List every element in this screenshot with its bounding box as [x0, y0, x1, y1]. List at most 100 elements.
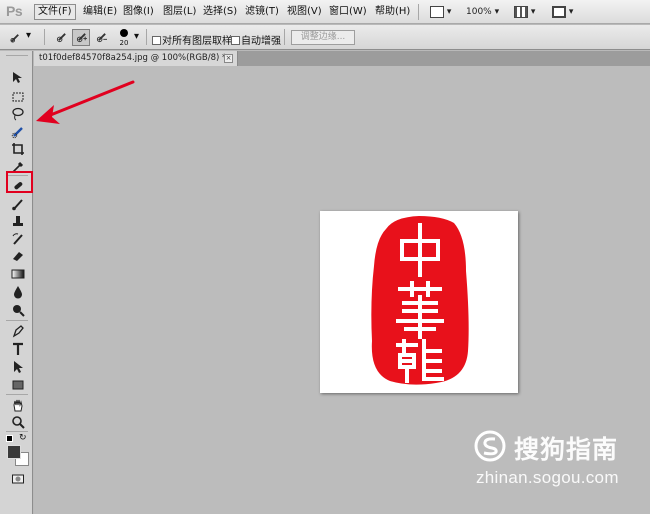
sample-all-layers-checkbox[interactable]: 对所有图层取样 [152, 32, 232, 47]
add-to-selection-icon [76, 33, 87, 43]
menu-filter[interactable]: 滤镜(T) [242, 4, 282, 20]
document-tab[interactable]: t01f0def84570f8a254.jpg @ 100%(RGB/8) * … [34, 51, 238, 66]
blur-icon [14, 286, 22, 299]
brush-tool[interactable] [9, 196, 27, 212]
arrange-documents-icon [514, 5, 528, 18]
brush-tip-icon [120, 29, 128, 37]
subtract-from-selection-button[interactable] [92, 29, 110, 46]
auto-enhance-checkbox[interactable]: 自动增强 [231, 32, 281, 47]
checkbox-box[interactable] [231, 36, 240, 45]
watermark-url: zhinan.sogou.com [476, 468, 619, 487]
shape-tool[interactable] [9, 377, 27, 393]
lasso-tool[interactable] [9, 106, 27, 122]
move-icon [13, 72, 22, 83]
document-image[interactable] [320, 211, 518, 393]
path-selection-icon [14, 361, 23, 373]
blur-tool[interactable] [9, 284, 27, 300]
options-bar: ▾ 20 ▾ 对所有图层取样 自动增强 调整边缘... [0, 25, 650, 50]
gradient-icon [11, 269, 25, 279]
options-separator [146, 29, 147, 45]
quick-mask-button[interactable] [9, 471, 27, 487]
brush-icon [12, 199, 23, 211]
toolbox-separator [6, 431, 28, 432]
document-title: t01f0def84570f8a254.jpg @ 100%(RGB/8) * [39, 53, 227, 63]
refine-edge-button[interactable]: 调整边缘... [291, 30, 355, 45]
crop-icon [12, 143, 24, 155]
menu-file[interactable]: 文件(F) [34, 4, 76, 20]
menu-window[interactable]: 窗口(W) [326, 4, 370, 20]
watermark-brand: 搜狗指南 [514, 435, 619, 464]
document-tab-bar: t01f0def84570f8a254.jpg @ 100%(RGB/8) * … [34, 51, 650, 66]
dodge-tool[interactable] [9, 302, 27, 318]
toolbox-grip [6, 55, 28, 56]
tool-preset-picker[interactable] [6, 29, 24, 46]
auto-enhance-label: 自动增强 [241, 36, 281, 47]
type-tool[interactable] [9, 341, 27, 357]
rectangle-shape-icon [12, 380, 24, 390]
sample-all-layers-label: 对所有图层取样 [162, 36, 232, 47]
menu-select[interactable]: 选择(S) [200, 4, 240, 20]
clone-stamp-icon [13, 216, 23, 226]
sogou-logo-icon [474, 430, 506, 462]
new-selection-icon [56, 33, 66, 43]
foreground-color-swatch[interactable] [7, 445, 21, 459]
pen-tool[interactable] [9, 323, 27, 339]
arrange-documents-control[interactable]: ▾ [514, 4, 535, 20]
swap-colors-icon[interactable]: ↻ [19, 433, 27, 443]
toolbox-separator [6, 394, 28, 395]
selected-tool-highlight [6, 171, 33, 193]
clone-stamp-tool[interactable] [9, 214, 27, 230]
new-selection-button[interactable] [52, 29, 70, 46]
history-brush-icon [12, 233, 23, 245]
dodge-icon [13, 305, 25, 317]
menu-bar: Ps 文件(F) 编辑(E) 图像(I) 图层(L) 选择(S) 滤镜(T) 视… [0, 0, 650, 24]
options-separator [284, 29, 285, 45]
marquee-tool[interactable] [9, 89, 27, 105]
screen-mode-icon [430, 5, 444, 18]
eraser-tool[interactable] [9, 248, 27, 264]
toolbox-separator [6, 320, 28, 321]
type-icon [13, 342, 23, 355]
move-tool[interactable] [9, 70, 27, 86]
quick-selection-icon [11, 127, 23, 139]
default-colors-icon[interactable] [6, 435, 13, 442]
screen-mode-control[interactable]: ▾ [430, 4, 451, 20]
photoshop-logo: Ps [6, 3, 23, 19]
menu-layer[interactable]: 图层(L) [160, 4, 199, 20]
zoom-level-control[interactable]: 100% ▾ [466, 4, 499, 20]
pen-icon [12, 325, 24, 338]
brush-size-value: 20 [119, 39, 129, 47]
quick-selection-tool[interactable] [9, 124, 27, 140]
zoom-icon [12, 416, 25, 429]
path-selection-tool[interactable] [9, 359, 27, 375]
workspace-control[interactable]: ▾ [552, 4, 573, 20]
seal-image [371, 216, 469, 385]
hand-icon [13, 399, 23, 412]
zoom-level: 100% [466, 7, 492, 17]
eraser-icon [13, 252, 23, 261]
hand-tool[interactable] [9, 397, 27, 413]
close-document-button[interactable]: × [224, 54, 233, 63]
workspace-icon [552, 5, 566, 18]
lasso-icon [12, 107, 24, 121]
gradient-tool[interactable] [9, 266, 27, 282]
subtract-from-selection-icon [96, 33, 107, 43]
preset-dropdown-arrow[interactable]: ▾ [26, 30, 31, 41]
brush-size-picker[interactable]: 20 [117, 29, 131, 47]
menu-view[interactable]: 视图(V) [284, 4, 325, 20]
menu-edit[interactable]: 编辑(E) [80, 4, 120, 20]
history-brush-tool[interactable] [9, 231, 27, 247]
marquee-icon [12, 92, 24, 102]
zoom-tool[interactable] [9, 414, 27, 430]
options-separator [44, 29, 45, 45]
crop-tool[interactable] [9, 141, 27, 157]
menu-image[interactable]: 图像(I) [120, 4, 157, 20]
quick-selection-preset-icon [10, 34, 19, 43]
toolbox: ↻ [0, 51, 33, 514]
quick-mask-icon [12, 474, 24, 484]
checkbox-box[interactable] [152, 36, 161, 45]
menu-help[interactable]: 帮助(H) [372, 4, 413, 20]
brush-dropdown-arrow[interactable]: ▾ [134, 31, 139, 42]
add-to-selection-button[interactable] [72, 29, 90, 46]
menu-separator [418, 4, 419, 20]
